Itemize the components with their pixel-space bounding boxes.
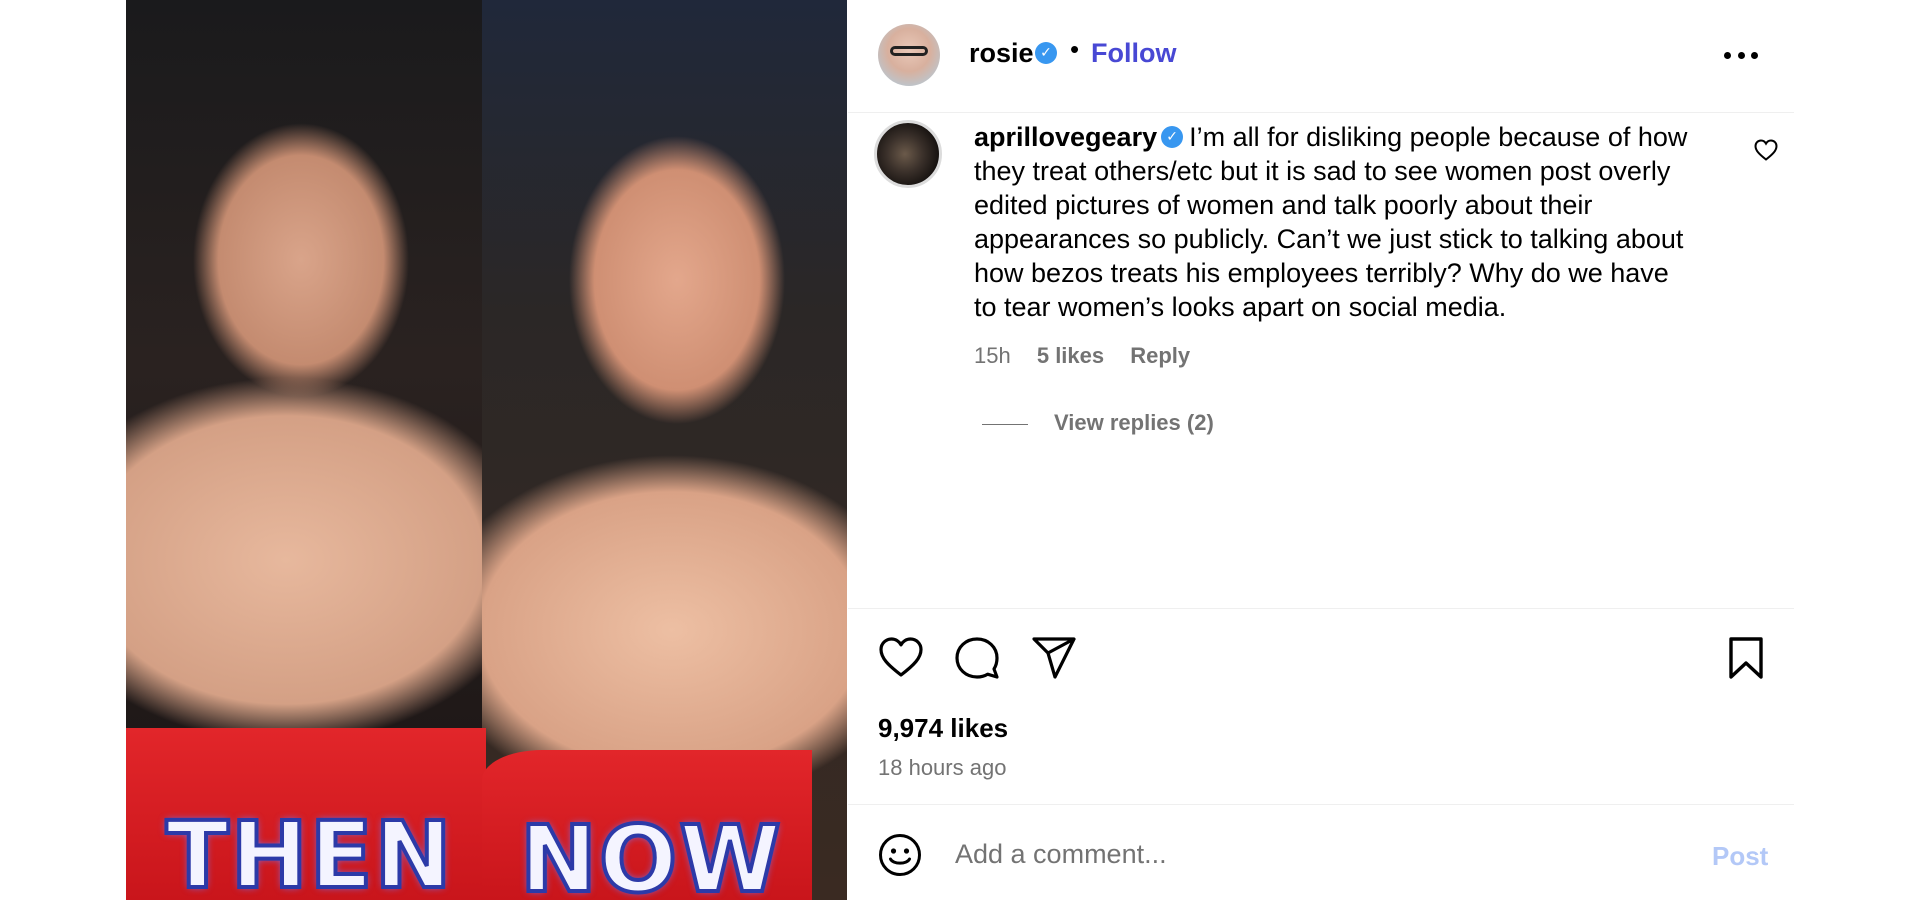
commenter-avatar[interactable] [874, 120, 942, 188]
replies-divider-line [982, 423, 1028, 425]
comment-likes[interactable]: 5 likes [1037, 343, 1104, 368]
post-side-panel: rosie ✓ • Follow aprillovegeary ✓ I’m all … [848, 0, 1794, 900]
comment-icon[interactable] [954, 636, 1000, 680]
bookmark-icon[interactable] [1727, 636, 1765, 680]
view-replies-button[interactable]: View replies (2) [982, 410, 1214, 436]
emoji-icon[interactable] [878, 833, 922, 877]
author-username[interactable]: rosie [969, 38, 1034, 69]
verified-badge-icon: ✓ [1035, 42, 1057, 64]
separator-dot: • [1070, 34, 1080, 64]
view-replies-label: View replies (2) [1054, 410, 1214, 435]
verified-badge-icon: ✓ [1161, 125, 1184, 148]
comment-content: I’m all for disliking people because of … [974, 122, 1688, 322]
commenter-username[interactable]: aprillovegeary [974, 122, 1157, 152]
comment-like-heart-icon[interactable] [1754, 139, 1778, 161]
post-likes-count[interactable]: 9,974 likes [878, 713, 1008, 744]
post-button[interactable]: Post [1712, 841, 1768, 872]
follow-button[interactable]: Follow [1091, 38, 1176, 69]
comment-composer: Post [848, 804, 1794, 901]
comment-meta: 15h 5 likes Reply [974, 343, 1210, 369]
post-timestamp: 18 hours ago [878, 755, 1007, 780]
post-header: rosie ✓ • Follow [848, 0, 1794, 113]
share-icon[interactable] [1031, 636, 1077, 680]
post-image[interactable]: THEN NOW [126, 0, 847, 900]
glasses-icon [890, 46, 928, 56]
more-options-icon[interactable] [1724, 52, 1758, 60]
now-caption: NOW [518, 806, 783, 901]
then-caption: THEN [164, 802, 454, 901]
reply-button[interactable]: Reply [1130, 343, 1190, 368]
comment-age: 15h [974, 343, 1011, 368]
comment-text: aprillovegeary ✓ I’m all for disliking peo… [974, 120, 1694, 324]
comment-input[interactable] [953, 829, 1657, 879]
heart-icon[interactable] [878, 636, 924, 678]
avatar[interactable] [878, 24, 940, 86]
post-actions: 9,974 likes 18 hours ago [848, 608, 1794, 809]
